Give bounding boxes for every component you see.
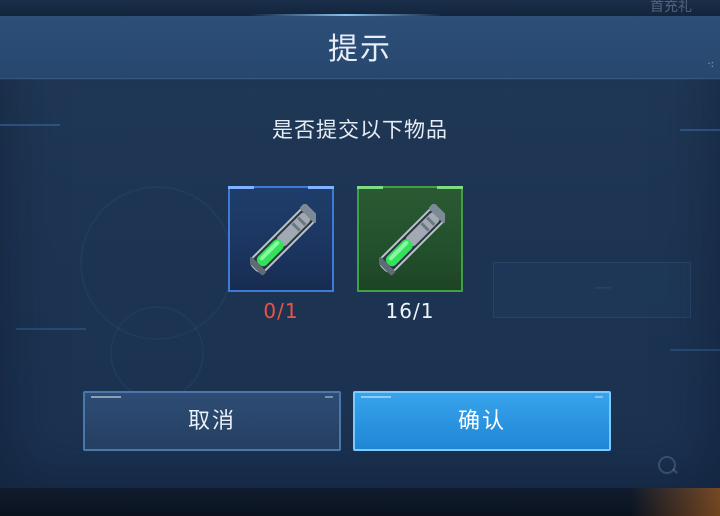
dialog-prompt: 是否提交以下物品 xyxy=(272,118,448,142)
background-first-recharge-label: 首充礼 xyxy=(650,0,692,15)
header-divider xyxy=(0,78,720,79)
item-count-1: 0/1 xyxy=(263,299,299,323)
decor-line xyxy=(16,328,86,330)
green-vial-icon xyxy=(250,204,316,276)
cancel-button-label: 取消 xyxy=(187,409,236,434)
decor-line xyxy=(670,349,720,351)
item-slot-2[interactable] xyxy=(357,186,463,292)
item-slot-1[interactable] xyxy=(228,186,334,292)
button-accent xyxy=(361,396,391,398)
dialog-header: 提示 ·: xyxy=(0,16,720,78)
dialog-title: 提示 xyxy=(328,32,392,67)
submit-items-dialog: 提示 ·: — 是否提交以下物品 0/1 16/1 取消 确认 xyxy=(0,16,720,488)
slot-corner-accent xyxy=(228,186,254,189)
button-accent xyxy=(325,396,333,398)
background-ghost-text: — xyxy=(594,277,612,298)
slot-corner-accent xyxy=(357,186,383,189)
bottom-bar xyxy=(0,488,720,516)
green-vial-icon xyxy=(379,204,445,276)
item-count-2: 16/1 xyxy=(385,299,435,323)
header-dots-icon: ·: xyxy=(707,59,714,70)
slot-corner-accent xyxy=(437,186,463,189)
confirm-button[interactable]: 确认 xyxy=(353,391,611,451)
game-screen: 首充礼 提示 ·: — 是否提交以下物品 0/1 16/1 取消 确认 xyxy=(0,0,720,516)
slot-corner-accent xyxy=(308,186,334,189)
bottom-bar-accent xyxy=(630,488,720,516)
search-icon xyxy=(658,456,676,474)
decor-circle xyxy=(110,306,204,400)
button-accent xyxy=(595,396,603,398)
button-accent xyxy=(91,396,121,398)
confirm-button-label: 确认 xyxy=(457,409,506,434)
cancel-button[interactable]: 取消 xyxy=(83,391,341,451)
background-ghost-panel: — xyxy=(493,262,691,318)
